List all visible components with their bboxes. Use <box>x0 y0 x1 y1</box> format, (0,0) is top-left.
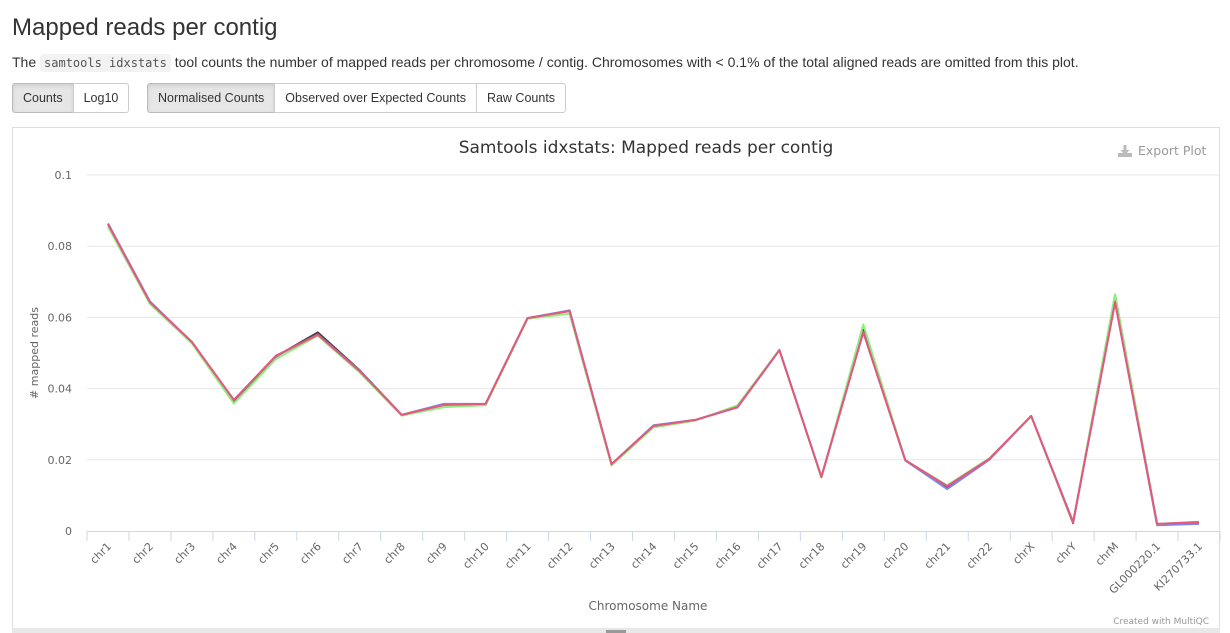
series-line-sample-2 <box>107 222 1200 527</box>
y-tick-label: 0.02 <box>48 454 73 467</box>
series-line-sample-4 <box>107 223 1200 525</box>
series-line-sample-1 <box>107 223 1200 526</box>
y-tick-label: 0.04 <box>48 383 73 396</box>
x-tick-label: chr19 <box>838 540 869 571</box>
x-tick-label: chr14 <box>628 540 659 571</box>
x-tick-label: chr21 <box>922 540 953 571</box>
x-tick-label: chr4 <box>213 540 240 567</box>
x-tick-label: chrX <box>1010 540 1037 567</box>
x-tick-label: chr2 <box>130 540 157 567</box>
x-tick-label: chrM <box>1093 540 1121 568</box>
export-plot-label: Export Plot <box>1138 143 1207 158</box>
gridlines <box>87 174 1220 461</box>
x-tick-label: chr13 <box>586 540 617 571</box>
line-chart: Samtools idxstats: Mapped reads per cont… <box>28 138 1221 627</box>
x-tick-label: chr17 <box>754 540 785 571</box>
x-tick-label: chr10 <box>460 540 491 571</box>
y-tick-label: 0.08 <box>48 240 73 253</box>
x-tick-label: chr18 <box>796 540 827 571</box>
x-tick-label: chr16 <box>712 540 743 571</box>
x-tick-label: chr3 <box>171 540 198 567</box>
x-tick-label: chr8 <box>381 540 408 567</box>
x-tick-label: chr15 <box>670 540 701 571</box>
credit-text: Created with MultiQC <box>1113 617 1209 627</box>
series-line-sample-3 <box>107 226 1200 525</box>
x-tick-label: chr1 <box>88 540 115 567</box>
x-tick-label: chr22 <box>964 540 995 571</box>
x-tick-label: chr12 <box>544 540 575 571</box>
x-tick-label: chr9 <box>423 540 450 567</box>
chart-title: Samtools idxstats: Mapped reads per cont… <box>459 138 834 158</box>
y-axis-ticks: 0 0.02 0.04 0.06 0.08 0.1 <box>48 169 73 538</box>
export-plot-button[interactable]: Export Plot <box>1117 143 1206 158</box>
y-tick-label: 0.06 <box>48 311 73 324</box>
x-tick-label: chr11 <box>502 540 533 571</box>
x-tick-label: chr20 <box>880 540 911 571</box>
download-icon <box>1118 144 1132 157</box>
x-tick-label: chr5 <box>255 540 282 567</box>
y-axis-label: # mapped reads <box>28 307 41 399</box>
y-tick-label: 0 <box>65 525 72 538</box>
y-tick-label: 0.1 <box>55 169 73 182</box>
x-axis-label: Chromosome Name <box>589 599 708 613</box>
x-axis: chr1 chr2 chr3 chr4 chr5 chr6 chr7 chr8 chr9 chr1… <box>86 531 1221 597</box>
x-tick-label: chr7 <box>339 540 366 567</box>
x-tick-label: chrY <box>1053 540 1080 567</box>
series-lines <box>107 222 1200 527</box>
x-tick-label: chr6 <box>297 540 324 567</box>
